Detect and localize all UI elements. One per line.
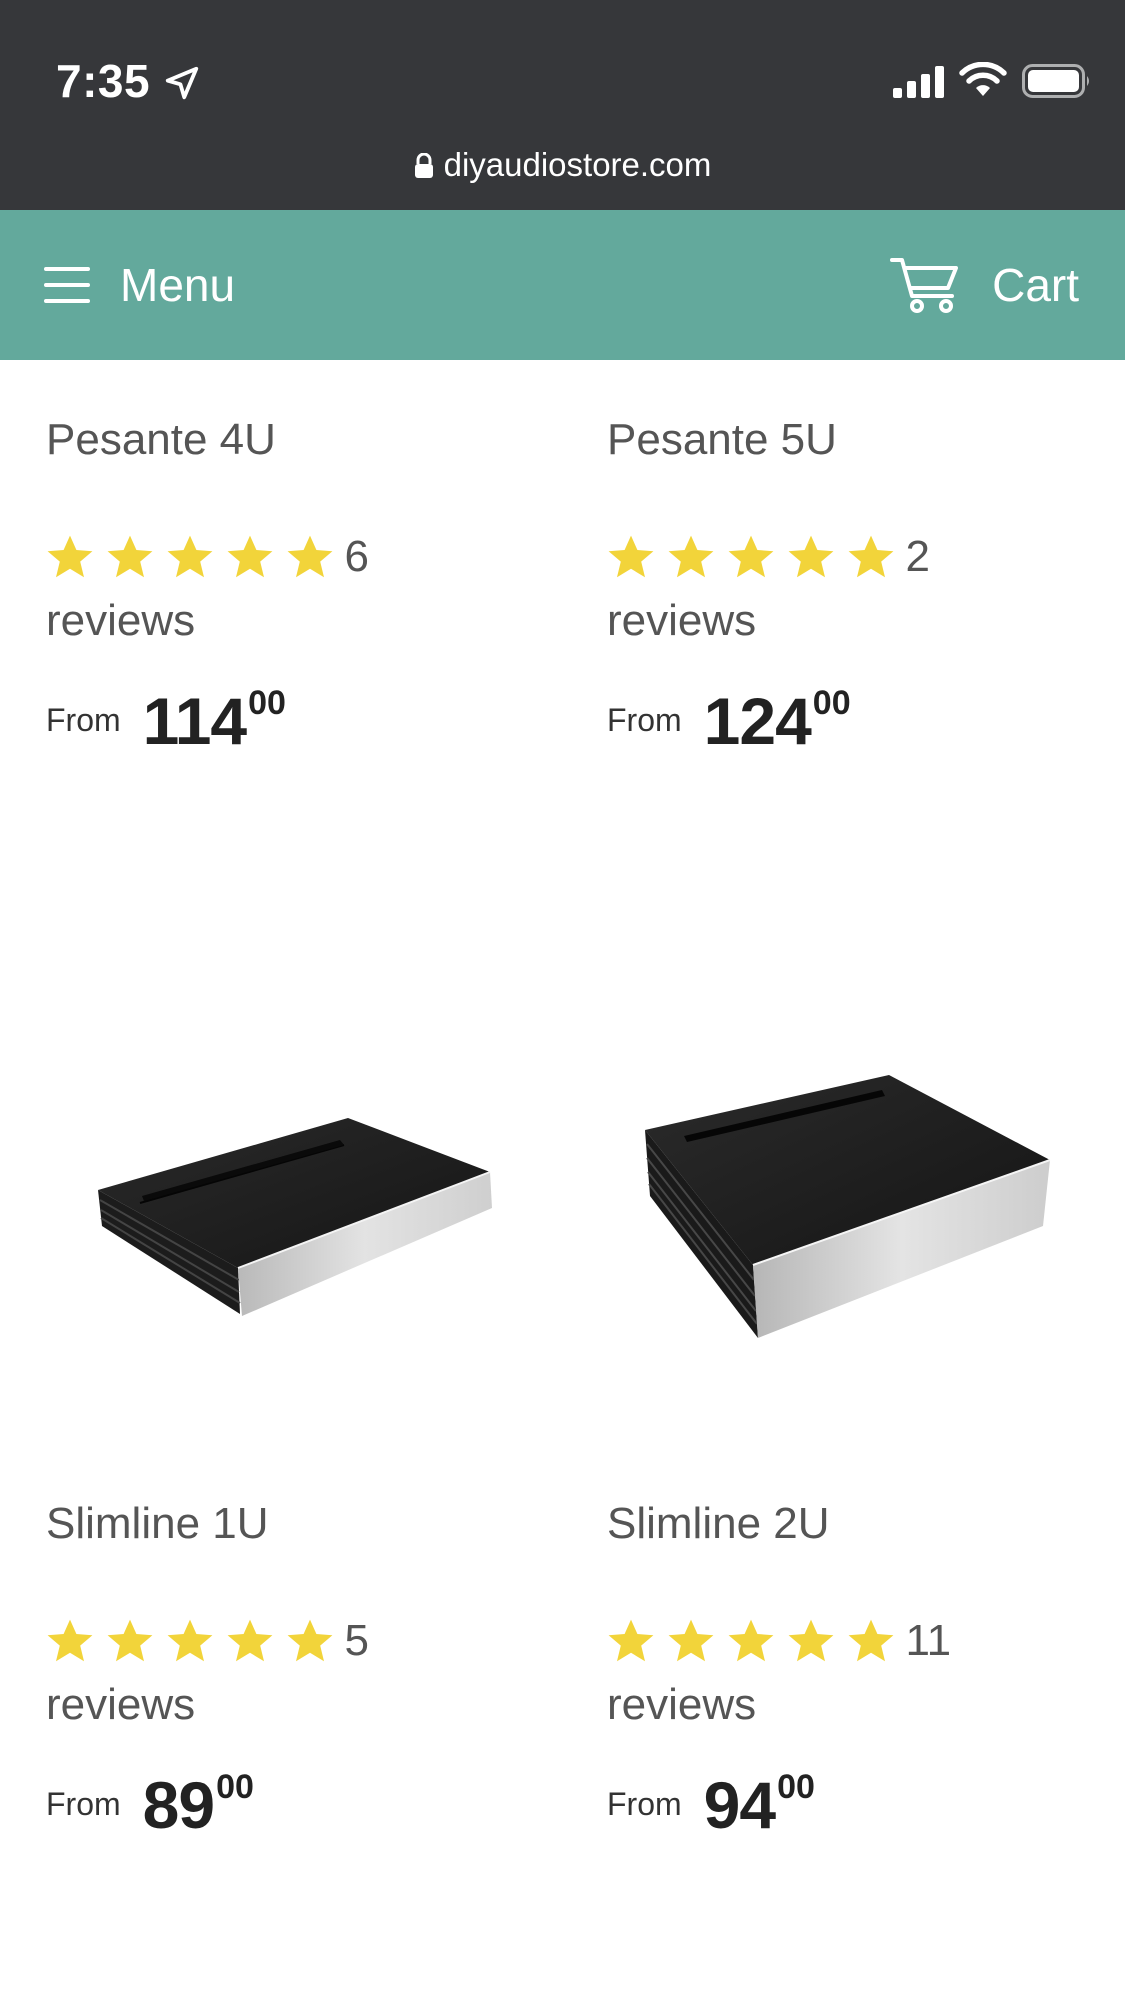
star-icon (788, 535, 834, 578)
star-icon (728, 1619, 774, 1662)
location-arrow-icon (165, 66, 199, 100)
price-dollars: 89 (142, 1768, 215, 1842)
price-prefix: From (46, 702, 121, 738)
url-bar[interactable]: diyaudiostore.com (0, 146, 1125, 184)
status-time: 7:35 (56, 55, 151, 107)
product-card-slimline-1u[interactable]: Slimline 1U 5 reviews From 89 00 (46, 1502, 546, 1839)
browser-top-chrome: 7:35 diyaudiostore.com (0, 0, 1125, 210)
star-icon (47, 1619, 93, 1662)
battery-icon (1022, 64, 1089, 98)
star-rating (607, 534, 907, 580)
price-dollars: 114 (142, 684, 247, 758)
cart-icon (890, 258, 959, 313)
price-dollars: 124 (703, 684, 812, 758)
product-rating: 6 reviews (46, 532, 546, 645)
product-title[interactable]: Pesante 4U (46, 418, 546, 462)
product-image-slimline-1u[interactable] (90, 1100, 510, 1340)
product-image-slimline-2u[interactable] (640, 1060, 1060, 1350)
star-icon (47, 535, 93, 578)
product-card-pesante-4u[interactable]: Pesante 4U 6 reviews From 114 00 (46, 418, 546, 755)
product-price: From 124 00 (607, 676, 851, 754)
review-label: reviews (46, 1680, 196, 1729)
price-dollars: 94 (703, 1768, 776, 1842)
product-price: From 114 00 (46, 676, 286, 754)
price-cents: 00 (812, 684, 851, 722)
star-icon (608, 1619, 654, 1662)
review-label: reviews (46, 596, 196, 645)
url-text: diyaudiostore.com (443, 146, 712, 183)
star-icon (287, 535, 333, 578)
review-count: 2 (905, 532, 930, 581)
review-count: 11 (905, 1616, 952, 1665)
lock-icon (414, 153, 433, 178)
star-icon (848, 535, 894, 578)
product-price: From 94 00 (607, 1760, 815, 1838)
price-prefix: From (607, 1786, 682, 1822)
product-price: From 89 00 (46, 1760, 254, 1838)
product-title[interactable]: Slimline 2U (607, 1502, 1107, 1546)
product-card-pesante-5u[interactable]: Pesante 5U 2 reviews From 124 00 (607, 418, 1107, 755)
star-icon (608, 535, 654, 578)
price-cents: 00 (216, 1768, 254, 1806)
star-icon (848, 1619, 894, 1662)
star-icon (668, 1619, 714, 1662)
product-rating: 2 reviews (607, 532, 1107, 645)
star-icon (788, 1619, 834, 1662)
review-count: 5 (344, 1616, 369, 1665)
cart-button[interactable]: Cart (890, 210, 1079, 360)
review-label: reviews (607, 1680, 757, 1729)
star-rating (607, 1618, 907, 1664)
star-icon (167, 535, 213, 578)
star-icon (107, 535, 153, 578)
product-title[interactable]: Slimline 1U (46, 1502, 546, 1546)
star-rating (46, 534, 346, 580)
star-icon (668, 535, 714, 578)
product-card-slimline-2u[interactable]: Slimline 2U 11 reviews From 94 00 (607, 1502, 1107, 1839)
price-prefix: From (46, 1786, 121, 1822)
review-count: 6 (344, 532, 369, 581)
price-cents: 00 (248, 684, 286, 722)
star-icon (227, 1619, 273, 1662)
star-icon (107, 1619, 153, 1662)
hamburger-icon (44, 267, 90, 303)
menu-button[interactable]: Menu (44, 210, 235, 360)
site-header: Menu Cart (0, 210, 1125, 360)
review-label: reviews (607, 596, 757, 645)
star-icon (287, 1619, 333, 1662)
star-icon (227, 535, 273, 578)
star-icon (728, 535, 774, 578)
product-rating: 11 reviews (607, 1616, 1107, 1729)
product-rating: 5 reviews (46, 1616, 546, 1729)
menu-label: Menu (120, 259, 236, 311)
price-cents: 00 (777, 1768, 815, 1806)
star-icon (167, 1619, 213, 1662)
cart-label: Cart (992, 259, 1079, 311)
cellular-signal-icon (893, 66, 944, 98)
price-prefix: From (607, 702, 682, 738)
product-title[interactable]: Pesante 5U (607, 418, 1107, 462)
wifi-icon (959, 62, 1007, 96)
star-rating (46, 1618, 346, 1664)
